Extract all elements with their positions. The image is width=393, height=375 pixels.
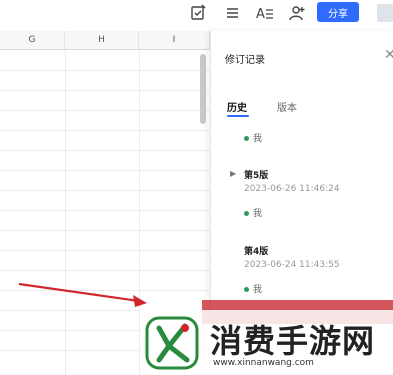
watermark-brand: 消费手游网 (210, 322, 376, 360)
toolbar: A 分享 (0, 0, 393, 28)
user-dot (244, 136, 249, 141)
user-dot (244, 287, 249, 292)
watermark-url: www.xinnanwang.com (213, 358, 314, 368)
row-divider (0, 90, 210, 91)
row-divider (0, 170, 210, 171)
row-divider (0, 250, 210, 251)
version-label[interactable]: 第5版 (244, 168, 268, 181)
row-divider (0, 110, 210, 111)
panel-title: 修订记录 (225, 55, 265, 66)
active-tab-indicator (227, 115, 249, 117)
version-time: 2023-06-24 11:43:55 (244, 260, 340, 270)
column-header-i[interactable]: I (139, 31, 210, 50)
avatar[interactable] (377, 4, 393, 22)
entry-user: 我 (253, 209, 263, 219)
tab-history[interactable]: 历史 (227, 99, 247, 114)
svg-text:A: A (256, 7, 265, 22)
row-divider (0, 70, 210, 71)
vertical-scrollbar[interactable] (200, 54, 206, 124)
version-time: 2023-06-26 11:46:24 (244, 184, 340, 194)
entry-user: 我 (253, 285, 263, 295)
annotation-arrow-icon (18, 282, 147, 307)
row-divider (0, 270, 210, 271)
tab-versions[interactable]: 版本 (277, 99, 297, 114)
list-icon[interactable] (224, 4, 244, 22)
row-divider (0, 230, 210, 231)
column-header-g[interactable]: G (0, 31, 65, 50)
text-style-icon[interactable]: A (255, 4, 275, 22)
edit-check-icon[interactable] (189, 4, 209, 22)
row-divider (0, 190, 210, 191)
share-button[interactable]: 分享 (317, 2, 359, 22)
watermark-logo-icon (145, 316, 199, 370)
row-divider (0, 130, 210, 131)
column-divider (65, 50, 66, 375)
version-label[interactable]: 第4版 (244, 244, 268, 257)
entry-user: 我 (253, 134, 263, 144)
row-divider (0, 210, 210, 211)
add-user-icon[interactable] (288, 4, 308, 22)
expand-caret-icon[interactable]: ▶ (230, 169, 236, 178)
row-divider (0, 150, 210, 151)
user-dot (244, 211, 249, 216)
close-icon[interactable]: ✕ (384, 47, 393, 63)
app-root: A 分享 G H I 修订记录 ✕ 历史 版本 我 ▶ 第5版 2023-06-… (0, 0, 393, 375)
column-header-h[interactable]: H (65, 31, 139, 50)
